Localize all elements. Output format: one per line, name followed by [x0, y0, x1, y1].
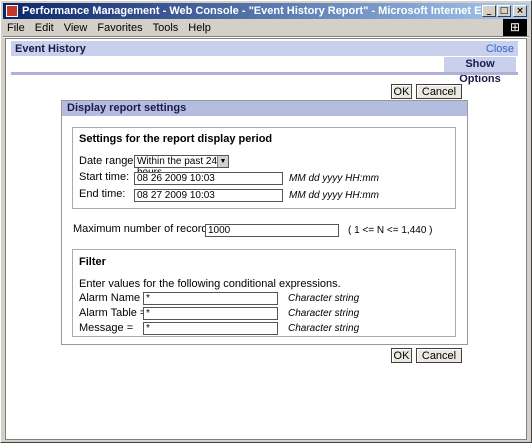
max-records-input[interactable]: 1000 [205, 224, 339, 237]
filter-group: Filter Enter values for the following co… [72, 249, 456, 337]
period-group: Settings for the report display period D… [72, 127, 456, 209]
menu-bar: File Edit View Favorites Tools Help [3, 19, 503, 36]
panel-title: Display report settings [62, 101, 467, 116]
alarm-table-type-hint: Character string [288, 308, 360, 319]
maximize-icon[interactable]: □ [497, 5, 511, 17]
cancel-button-top[interactable]: Cancel [416, 84, 462, 99]
window-title: Performance Management - Web Console - "… [22, 5, 481, 17]
max-records-hint: ( 1 <= N <= 1,440 ) [348, 225, 433, 236]
settings-panel: Display report settings Settings for the… [61, 100, 468, 345]
message-label: Message = [79, 322, 134, 334]
ok-button-bottom[interactable]: OK [391, 348, 412, 363]
alarm-name-type-hint: Character string [288, 293, 360, 304]
page-title: Event History [15, 42, 86, 55]
title-bar: Performance Management - Web Console - "… [3, 3, 529, 19]
menu-favorites[interactable]: Favorites [97, 22, 142, 34]
end-time-label: End time: [79, 188, 126, 200]
show-options-tab[interactable]: Show Options [444, 57, 516, 85]
filter-description: Enter values for the following condition… [79, 278, 341, 290]
chevron-down-icon: ▼ [217, 156, 228, 167]
period-group-title: Settings for the report display period [79, 133, 273, 145]
options-divider [11, 72, 518, 75]
page-header: Event History Close [11, 41, 518, 56]
menu-view[interactable]: View [64, 22, 88, 34]
menu-file[interactable]: File [7, 22, 25, 34]
browser-window: Performance Management - Web Console - "… [0, 0, 532, 443]
app-icon [6, 5, 18, 17]
cancel-button-bottom[interactable]: Cancel [416, 348, 462, 363]
windows-logo-icon: ⊞ [503, 19, 527, 36]
alarm-name-input[interactable]: * [143, 292, 278, 305]
end-time-format-hint: MM dd yyyy HH:mm [289, 190, 379, 201]
close-window-icon[interactable]: × [513, 5, 527, 17]
date-range-label: Date range: [79, 155, 137, 167]
alarm-name-label: Alarm Name = [79, 292, 150, 304]
message-input[interactable]: * [143, 322, 278, 335]
date-range-select[interactable]: Within the past 24 hours ▼ [134, 155, 229, 178]
start-time-label: Start time: [79, 171, 130, 183]
minimize-icon[interactable]: _ [482, 5, 496, 17]
menu-edit[interactable]: Edit [35, 22, 54, 34]
menu-tools[interactable]: Tools [153, 22, 179, 34]
ok-button-top[interactable]: OK [391, 84, 412, 99]
end-time-input[interactable]: 08 27 2009 10:03 [134, 189, 283, 202]
close-link[interactable]: Close [486, 43, 514, 55]
start-time-input[interactable]: 08 26 2009 10:03 [134, 172, 283, 185]
max-records-label: Maximum number of records: [73, 223, 217, 235]
alarm-table-input[interactable]: * [143, 307, 278, 320]
filter-group-title: Filter [79, 256, 106, 268]
start-time-format-hint: MM dd yyyy HH:mm [289, 173, 379, 184]
alarm-table-label: Alarm Table = [79, 307, 147, 319]
page-content: Event History Close Show Options OK Canc… [5, 38, 527, 440]
menu-help[interactable]: Help [188, 22, 211, 34]
message-type-hint: Character string [288, 323, 360, 334]
